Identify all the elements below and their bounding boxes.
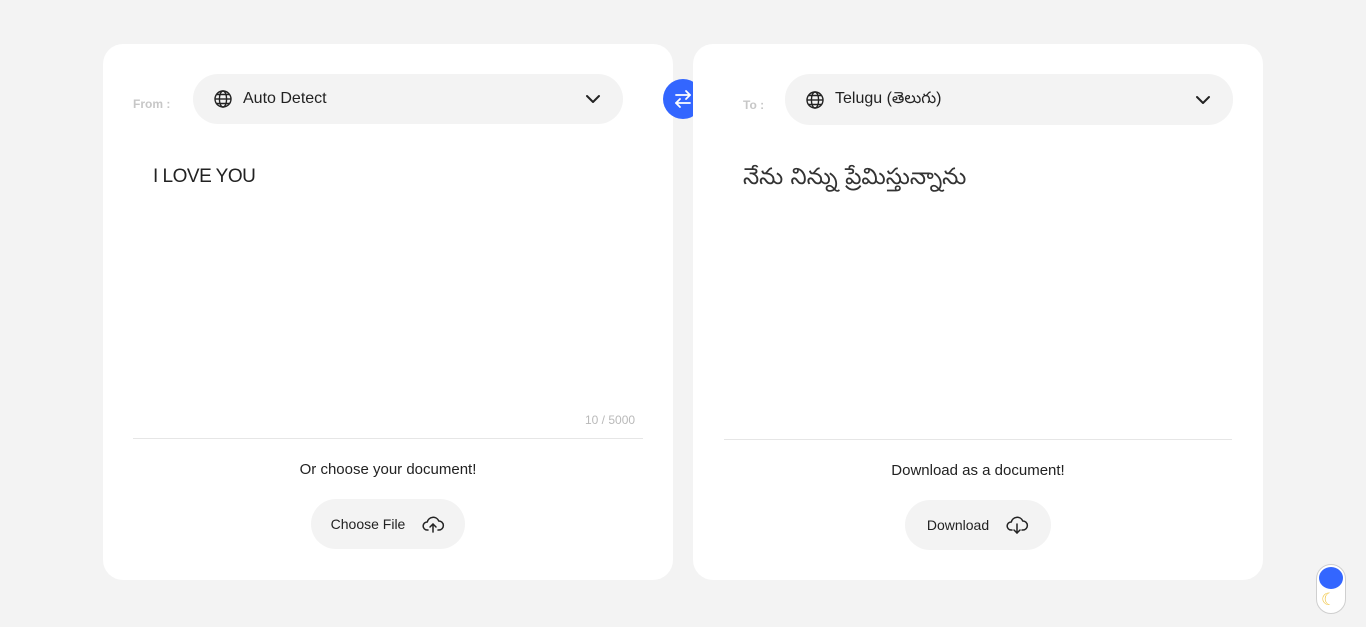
- download-label: Download: [926, 517, 990, 533]
- toggle-knob: [1319, 567, 1343, 589]
- globe-icon: [805, 90, 825, 110]
- source-panel: From : Auto Detect I LOVE YOU 10 / 5000 …: [103, 44, 673, 580]
- cloud-upload-icon: [421, 512, 445, 536]
- dark-mode-toggle[interactable]: ☾: [1316, 564, 1346, 614]
- target-panel: To : Telugu (తెలుగు) నేను నిన్ను ప్రేమిస…: [693, 44, 1263, 580]
- download-button[interactable]: Download: [905, 500, 1051, 550]
- moon-icon: ☾: [1321, 590, 1337, 609]
- cloud-download-icon: [1005, 513, 1029, 537]
- source-language-name: Auto Detect: [243, 90, 327, 107]
- globe-icon: [213, 89, 233, 109]
- target-language-select[interactable]: Telugu (తెలుగు): [785, 74, 1233, 125]
- download-document-caption: Download as a document!: [891, 462, 1065, 479]
- choose-file-label: Choose File: [330, 516, 406, 532]
- character-counter: 10 / 5000: [585, 413, 636, 427]
- to-label: To :: [743, 98, 765, 112]
- chevron-down-icon: [1195, 92, 1211, 108]
- choose-file-button[interactable]: Choose File: [311, 499, 465, 549]
- swap-arrows-icon: [671, 87, 695, 111]
- target-language-name: Telugu (తెలుగు): [835, 89, 942, 107]
- source-language-select[interactable]: Auto Detect: [193, 74, 623, 124]
- source-text-input[interactable]: I LOVE YOU: [153, 166, 633, 406]
- chevron-down-icon: [585, 91, 601, 107]
- translated-text-output: నేను నిన్ను ప్రేమిస్తున్నాను: [743, 164, 967, 190]
- target-divider: [724, 439, 1232, 440]
- source-divider: [133, 438, 643, 439]
- from-label: From :: [133, 97, 171, 111]
- choose-document-caption: Or choose your document!: [299, 461, 477, 478]
